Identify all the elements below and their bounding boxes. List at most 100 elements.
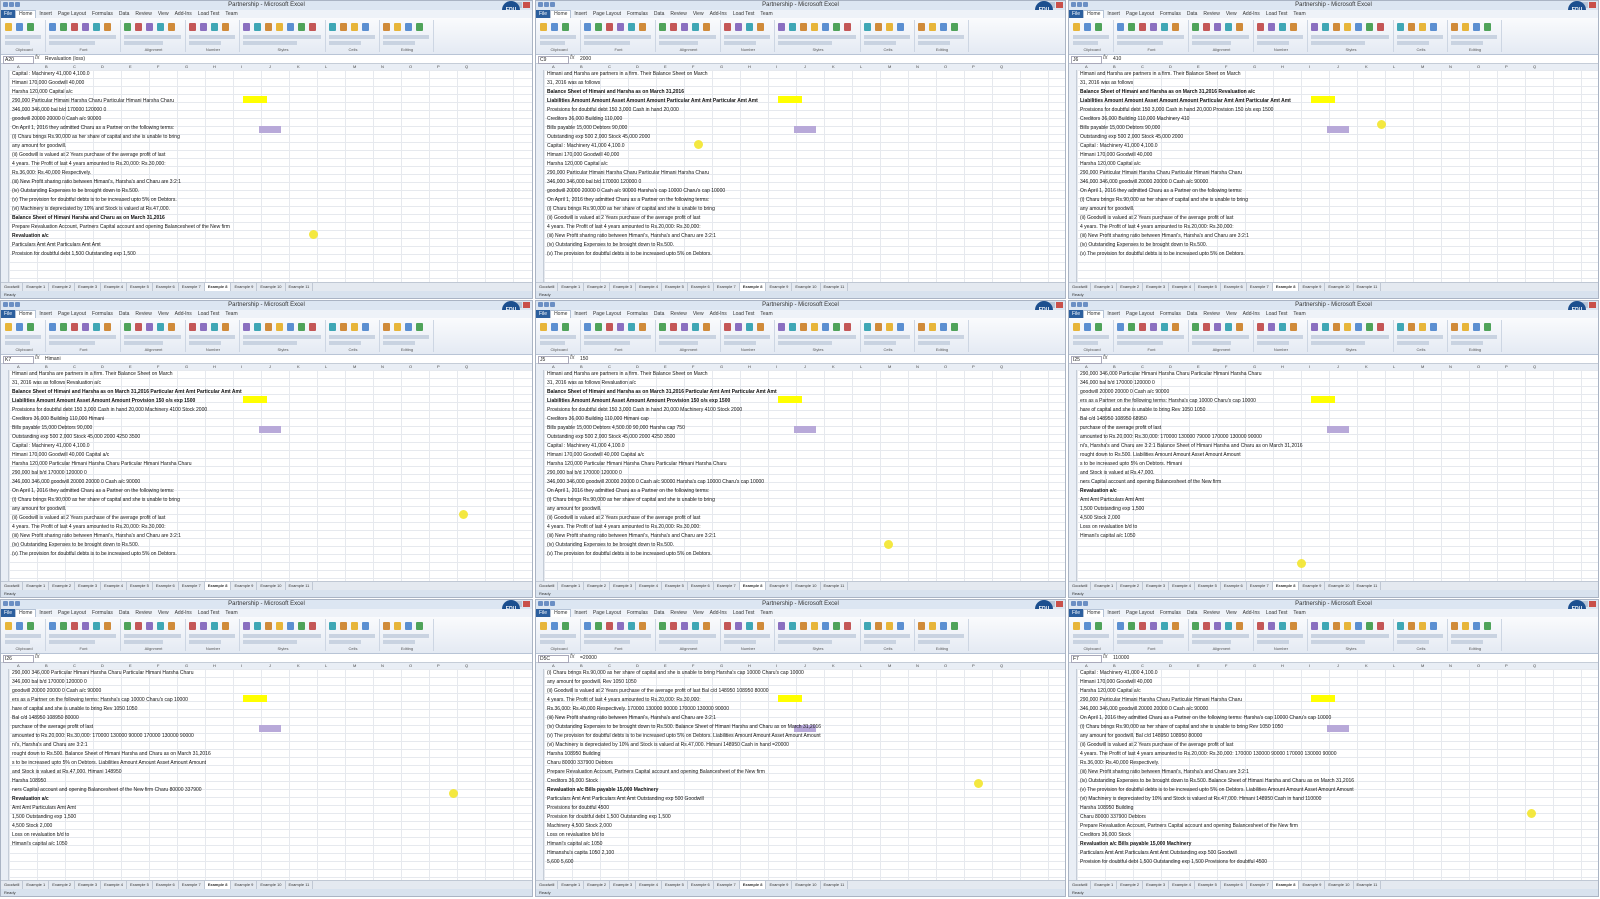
ribbon-command-icon[interactable]: [329, 323, 336, 331]
ribbon-command-icon[interactable]: [1462, 323, 1469, 331]
ribbon-command-icon[interactable]: [659, 323, 666, 331]
ribbon-command-icon[interactable]: [1150, 323, 1157, 331]
ribbon-command-icon[interactable]: [746, 622, 753, 630]
sheet-tab[interactable]: Example 10: [257, 582, 286, 590]
worksheet-cells[interactable]: 290,000 346,000 Particular Himani Harsha…: [1077, 370, 1598, 581]
sheet-tab[interactable]: Example 3: [75, 283, 102, 291]
ribbon-command-icon[interactable]: [1311, 323, 1318, 331]
ribbon-command-icon[interactable]: [1397, 23, 1404, 31]
sheet-tab[interactable]: Example 1: [1091, 881, 1118, 889]
sheet-tab[interactable]: Example 1: [558, 283, 585, 291]
fx-icon[interactable]: fx: [1103, 355, 1108, 361]
sheet-tab[interactable]: Example 9: [766, 283, 793, 291]
save-icon[interactable]: [1071, 2, 1076, 7]
ribbon-command-icon[interactable]: [340, 23, 347, 31]
ribbon-command-icon[interactable]: [1161, 23, 1168, 31]
formula-input[interactable]: 2000: [580, 56, 591, 62]
ribbon-command-icon[interactable]: [1192, 323, 1199, 331]
ribbon-command-icon[interactable]: [416, 323, 423, 331]
sheet-tab[interactable]: Example 3: [610, 283, 637, 291]
ribbon-command-icon[interactable]: [940, 23, 947, 31]
ribbon-command-icon[interactable]: [189, 622, 196, 630]
ribbon-command-icon[interactable]: [168, 622, 175, 630]
ribbon-command-icon[interactable]: [757, 622, 764, 630]
ribbon-command-icon[interactable]: [200, 23, 207, 31]
ribbon-tab[interactable]: Add-Ins: [707, 609, 730, 617]
ribbon-command-icon[interactable]: [416, 622, 423, 630]
undo-icon[interactable]: [544, 2, 549, 7]
ribbon-tab[interactable]: File: [1069, 609, 1084, 617]
ribbon-command-icon[interactable]: [49, 622, 56, 630]
ribbon-tab[interactable]: Review: [667, 609, 689, 617]
sheet-tab[interactable]: Goodwill: [1069, 283, 1092, 291]
ribbon-command-icon[interactable]: [1311, 23, 1318, 31]
sheet-tab[interactable]: Example 3: [610, 881, 637, 889]
ribbon-command-icon[interactable]: [897, 23, 904, 31]
ribbon-command-icon[interactable]: [1257, 622, 1264, 630]
ribbon-command-icon[interactable]: [362, 323, 369, 331]
ribbon-tab[interactable]: View: [690, 310, 707, 318]
ribbon-command-icon[interactable]: [351, 23, 358, 31]
ribbon-command-icon[interactable]: [800, 323, 807, 331]
ribbon-command-icon[interactable]: [1333, 23, 1340, 31]
ribbon-tab[interactable]: File: [1, 609, 16, 617]
sheet-tab[interactable]: Example 8: [739, 881, 767, 889]
sheet-tab[interactable]: Example 2: [1117, 582, 1144, 590]
ribbon-command-icon[interactable]: [1084, 323, 1091, 331]
ribbon-command-icon[interactable]: [1128, 23, 1135, 31]
worksheet-cells[interactable]: 290,000 346,000 Particular Himani Harsha…: [9, 669, 532, 880]
sheet-tab[interactable]: Example 11: [821, 881, 849, 889]
ribbon-command-icon[interactable]: [897, 622, 904, 630]
sheet-tab[interactable]: Example 2: [584, 283, 611, 291]
ribbon-command-icon[interactable]: [1419, 23, 1426, 31]
sheet-tab[interactable]: Example 6: [1221, 881, 1247, 889]
ribbon-command-icon[interactable]: [394, 622, 401, 630]
fx-icon[interactable]: fx: [1103, 654, 1108, 660]
ribbon-tab[interactable]: Insert: [571, 310, 590, 318]
quick-access-toolbar[interactable]: [3, 2, 33, 9]
ribbon-command-icon[interactable]: [562, 23, 569, 31]
quick-access-toolbar[interactable]: [538, 601, 568, 608]
sheet-tab[interactable]: Example 4: [636, 881, 662, 889]
sheet-tab[interactable]: Example 7: [1247, 881, 1273, 889]
ribbon-command-icon[interactable]: [1073, 622, 1080, 630]
ribbon-command-icon[interactable]: [918, 23, 925, 31]
ribbon-command-icon[interactable]: [135, 23, 142, 31]
ribbon-command-icon[interactable]: [27, 323, 34, 331]
ribbon-command-icon[interactable]: [1290, 323, 1297, 331]
ribbon-command-icon[interactable]: [875, 622, 882, 630]
ribbon-command-icon[interactable]: [584, 323, 591, 331]
ribbon-command-icon[interactable]: [383, 323, 390, 331]
ribbon-tab[interactable]: Add-Ins: [1240, 310, 1263, 318]
ribbon-command-icon[interactable]: [189, 323, 196, 331]
ribbon-command-icon[interactable]: [157, 622, 164, 630]
ribbon-command-icon[interactable]: [383, 23, 390, 31]
sheet-tab[interactable]: Example 7: [179, 582, 205, 590]
ribbon-tab[interactable]: Page Layout: [590, 310, 624, 318]
ribbon-tab[interactable]: Add-Ins: [172, 10, 195, 18]
ribbon-command-icon[interactable]: [724, 323, 731, 331]
close-icon[interactable]: [523, 2, 530, 8]
sheet-tab[interactable]: Example 1: [23, 881, 50, 889]
sheet-tab[interactable]: Example 1: [1091, 283, 1118, 291]
redo-icon[interactable]: [1083, 302, 1088, 307]
ribbon-command-icon[interactable]: [124, 622, 131, 630]
ribbon-command-icon[interactable]: [309, 622, 316, 630]
ribbon-command-icon[interactable]: [864, 622, 871, 630]
ribbon-command-icon[interactable]: [340, 622, 347, 630]
ribbon-command-icon[interactable]: [1408, 323, 1415, 331]
save-icon[interactable]: [1071, 302, 1076, 307]
ribbon-command-icon[interactable]: [1333, 622, 1340, 630]
ribbon-tab[interactable]: Review: [667, 310, 689, 318]
sheet-tab[interactable]: Example 3: [1143, 881, 1170, 889]
redo-icon[interactable]: [15, 2, 20, 7]
ribbon-command-icon[interactable]: [639, 622, 646, 630]
ribbon-command-icon[interactable]: [1484, 323, 1491, 331]
sheet-tab[interactable]: Example 5: [662, 881, 688, 889]
ribbon-command-icon[interactable]: [1225, 23, 1232, 31]
ribbon-command-icon[interactable]: [811, 622, 818, 630]
worksheet-cells[interactable]: Himani and Harsha are partners in a firm…: [1077, 70, 1598, 282]
ribbon-command-icon[interactable]: [1095, 23, 1102, 31]
ribbon-command-icon[interactable]: [886, 622, 893, 630]
fx-icon[interactable]: fx: [570, 355, 575, 361]
